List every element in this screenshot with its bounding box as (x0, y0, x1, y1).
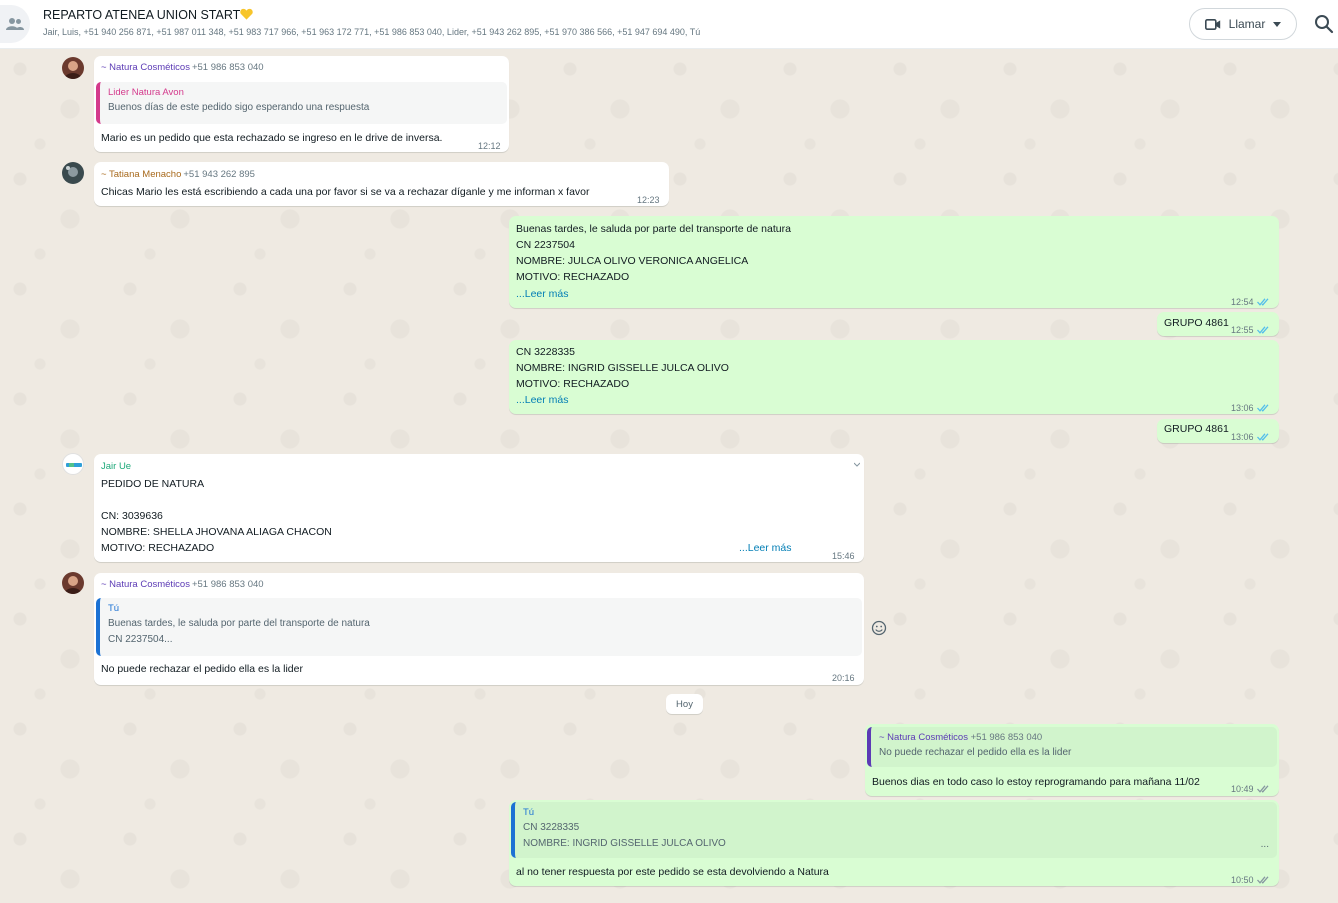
message-time: 10:49 (1231, 781, 1270, 797)
message-line: CN 2237504 (516, 239, 575, 251)
outgoing-message[interactable]: CN 3228335 NOMBRE: INGRID GISSELLE JULCA… (509, 340, 1279, 414)
read-more-link[interactable]: ...Leer más (739, 540, 792, 556)
sender-avatar[interactable] (62, 453, 84, 475)
quoted-message[interactable]: Tú Buenas tardes, le saluda por parte de… (96, 598, 862, 656)
quoted-sender: Lider Natura Avon (108, 87, 184, 98)
group-title-text: REPARTO ATENEA UNION START (43, 8, 241, 22)
message-sender: ~ Natura Cosméticos +51 986 853 040 (101, 579, 264, 591)
incoming-message[interactable]: ~ Natura Cosméticos +51 986 853 040 Tú Bu… (94, 573, 864, 685)
incoming-message[interactable]: ~ Tatiana Menacho +51 943 262 895 Chicas … (94, 162, 669, 206)
message-line: MOTIVO: RECHAZADO (516, 271, 630, 283)
quoted-sender: ~ Natura Cosméticos +51 986 853 040 (879, 732, 1043, 743)
double-check-icon (1256, 876, 1269, 884)
message-line: Buenas tardes, le saluda por parte del t… (516, 223, 791, 235)
quoted-sender: Tú (108, 603, 120, 614)
message-time: 12:23 (637, 195, 660, 205)
outgoing-message[interactable]: Buenas tardes, le saluda por parte del t… (509, 216, 1279, 308)
message-text: GRUPO 4861 (1164, 423, 1229, 435)
quoted-text: No puede rechazar el pedido ella es la l… (879, 747, 1072, 758)
sender-phone: +51 986 853 040 (191, 62, 264, 73)
chevron-down-icon[interactable] (854, 462, 860, 468)
quoted-text: CN 3228335 (523, 822, 580, 833)
double-check-icon (1256, 433, 1269, 441)
sender-name[interactable]: ~ Tatiana Menacho (101, 169, 181, 180)
message-line: PEDIDO DE NATURA (101, 478, 205, 490)
outgoing-message[interactable]: GRUPO 4861 12:55 (1157, 312, 1279, 336)
sender-name[interactable]: ~ Natura Cosméticos (101, 62, 190, 73)
message-time: 13:06 (1231, 429, 1270, 445)
message-text: Chicas Mario les está escribiendo a cada… (101, 186, 590, 198)
message-sender: ~ Tatiana Menacho +51 943 262 895 (101, 169, 255, 181)
date-divider: Hoy (666, 694, 703, 714)
quoted-text: NOMBRE: INGRID GISSELLE JULCA OLIVO (523, 838, 726, 849)
incoming-message[interactable]: Jair Ue PEDIDO DE NATURA CN: 3039636 NOM… (94, 454, 864, 562)
message-line: NOMBRE: INGRID GISSELLE JULCA OLIVO (516, 362, 729, 374)
group-title[interactable]: REPARTO ATENEA UNION START (43, 8, 253, 22)
message-time: 15:46 (832, 551, 855, 561)
message-sender: Jair Ue (101, 461, 131, 473)
emoji-reaction-icon[interactable] (871, 620, 887, 636)
message-line: MOTIVO: RECHAZADO (516, 378, 630, 390)
quoted-text: Buenos días de este pedido sigo esperand… (108, 102, 370, 113)
sender-avatar[interactable] (62, 57, 84, 79)
sender-name[interactable]: Jair Ue (101, 461, 131, 472)
quoted-ellipsis: ... (1260, 839, 1269, 850)
message-time: 13:06 (1231, 400, 1270, 416)
outgoing-message[interactable]: ~ Natura Cosméticos +51 986 853 040 No p… (865, 724, 1279, 796)
chat-header: REPARTO ATENEA UNION START Jair, Luis, +… (0, 0, 1338, 49)
sender-name[interactable]: ~ Natura Cosméticos (101, 579, 190, 590)
group-members[interactable]: Jair, Luis, +51 940 256 871, +51 987 011… (43, 27, 700, 37)
message-time: 12:12 (478, 141, 501, 151)
double-check-icon (1256, 326, 1269, 334)
double-check-icon (1256, 785, 1269, 793)
message-time: 12:54 (1231, 294, 1270, 310)
message-time: 10:50 (1231, 872, 1270, 888)
message-line: NOMBRE: JULCA OLIVO VERONICA ANGELICA (516, 255, 749, 267)
read-more-link[interactable]: ...Leer más (516, 392, 569, 408)
message-time: 20:16 (832, 673, 855, 683)
message-text: No puede rechazar el pedido ella es la l… (101, 663, 303, 675)
quoted-message[interactable]: Tú CN 3228335 NOMBRE: INGRID GISSELLE JU… (511, 802, 1277, 858)
message-line: CN: 3039636 (101, 510, 163, 522)
read-more-link[interactable]: ...Leer más (516, 286, 569, 302)
call-button-label: Llamar (1228, 17, 1266, 31)
chevron-down-icon (1273, 21, 1282, 27)
message-text: GRUPO 4861 (1164, 317, 1229, 329)
quoted-sender: Tú (523, 807, 535, 818)
sender-avatar[interactable] (62, 162, 84, 184)
call-button[interactable]: Llamar (1189, 8, 1297, 40)
message-text: Mario es un pedido que esta rechazado se… (101, 132, 443, 144)
double-check-icon (1256, 298, 1269, 306)
message-text: al no tener respuesta por este pedido se… (516, 866, 829, 878)
double-check-icon (1256, 404, 1269, 412)
quoted-text: Buenas tardes, le saluda por parte del t… (108, 618, 370, 629)
message-sender: ~ Natura Cosméticos +51 986 853 040 (101, 62, 264, 74)
message-time: 12:55 (1231, 322, 1270, 338)
yellow-heart-icon (240, 8, 253, 20)
quoted-message[interactable]: Lider Natura Avon Buenos días de este pe… (96, 82, 507, 124)
sender-avatar[interactable] (62, 572, 84, 594)
group-avatar-icon (6, 18, 24, 30)
search-icon[interactable] (1314, 14, 1334, 34)
message-line: CN 3228335 (516, 346, 575, 358)
group-avatar[interactable] (0, 5, 30, 43)
sender-phone: +51 986 853 040 (191, 579, 264, 590)
video-camera-icon (1204, 18, 1220, 30)
sender-phone: +51 943 262 895 (183, 169, 255, 180)
message-line: MOTIVO: RECHAZADO (101, 542, 215, 554)
message-line: NOMBRE: SHELLA JHOVANA ALIAGA CHACON (101, 526, 332, 538)
quoted-message[interactable]: ~ Natura Cosméticos +51 986 853 040 No p… (867, 727, 1277, 767)
outgoing-message[interactable]: GRUPO 4861 13:06 (1157, 419, 1279, 443)
message-text: Buenos dias en todo caso lo estoy reprog… (872, 776, 1200, 788)
incoming-message[interactable]: ~ Natura Cosméticos +51 986 853 040 Lider… (94, 56, 509, 152)
quoted-text: CN 2237504... (108, 634, 173, 645)
outgoing-message[interactable]: Tú CN 3228335 NOMBRE: INGRID GISSELLE JU… (509, 800, 1279, 886)
